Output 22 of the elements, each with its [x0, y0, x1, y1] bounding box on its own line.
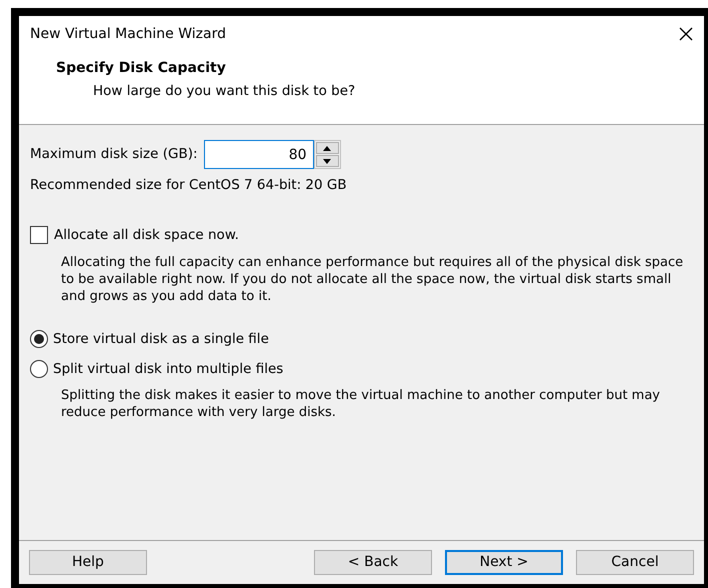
close-icon[interactable] [678, 26, 694, 42]
page-title: Specify Disk Capacity [55, 59, 227, 78]
next-button[interactable]: Next > [445, 550, 563, 575]
help-button[interactable]: Help [29, 550, 147, 575]
disk-size-field[interactable]: 80 [204, 140, 314, 169]
back-button[interactable]: < Back [314, 550, 432, 575]
up-arrow-icon [323, 146, 332, 150]
checkbox-label[interactable]: Allocate all disk space now. [54, 225, 239, 246]
radio-label[interactable]: Split virtual disk into multiple files [53, 358, 284, 379]
checkbox[interactable] [30, 226, 48, 244]
radio-button[interactable] [30, 360, 48, 378]
spinner-control[interactable] [314, 140, 341, 169]
window-title: New Virtual Machine Wizard [30, 24, 226, 44]
page-subtitle: How large do you want this disk to be? [92, 82, 356, 101]
radio-button[interactable] [30, 330, 48, 348]
cancel-button[interactable]: Cancel [576, 550, 694, 575]
description-text: Splitting the disk makes it easier to move the virtual machine to another computer but may reduce performance with very large disks. [60, 387, 661, 421]
field-label: Maximum disk size (GB): [30, 145, 198, 164]
down-arrow-icon [323, 158, 332, 164]
description-text: Allocating the full capacity can enhance performance but requires all of the physical disk space to be available right now. If you do not allocate all the space now, the virtual disk starts small and grows as you add data to it. [60, 254, 684, 304]
recommendation-text: Recommended size for CentOS 7 64-bit: 20 GB [30, 176, 348, 195]
radio-label[interactable]: Store virtual disk as a single file [53, 328, 269, 349]
